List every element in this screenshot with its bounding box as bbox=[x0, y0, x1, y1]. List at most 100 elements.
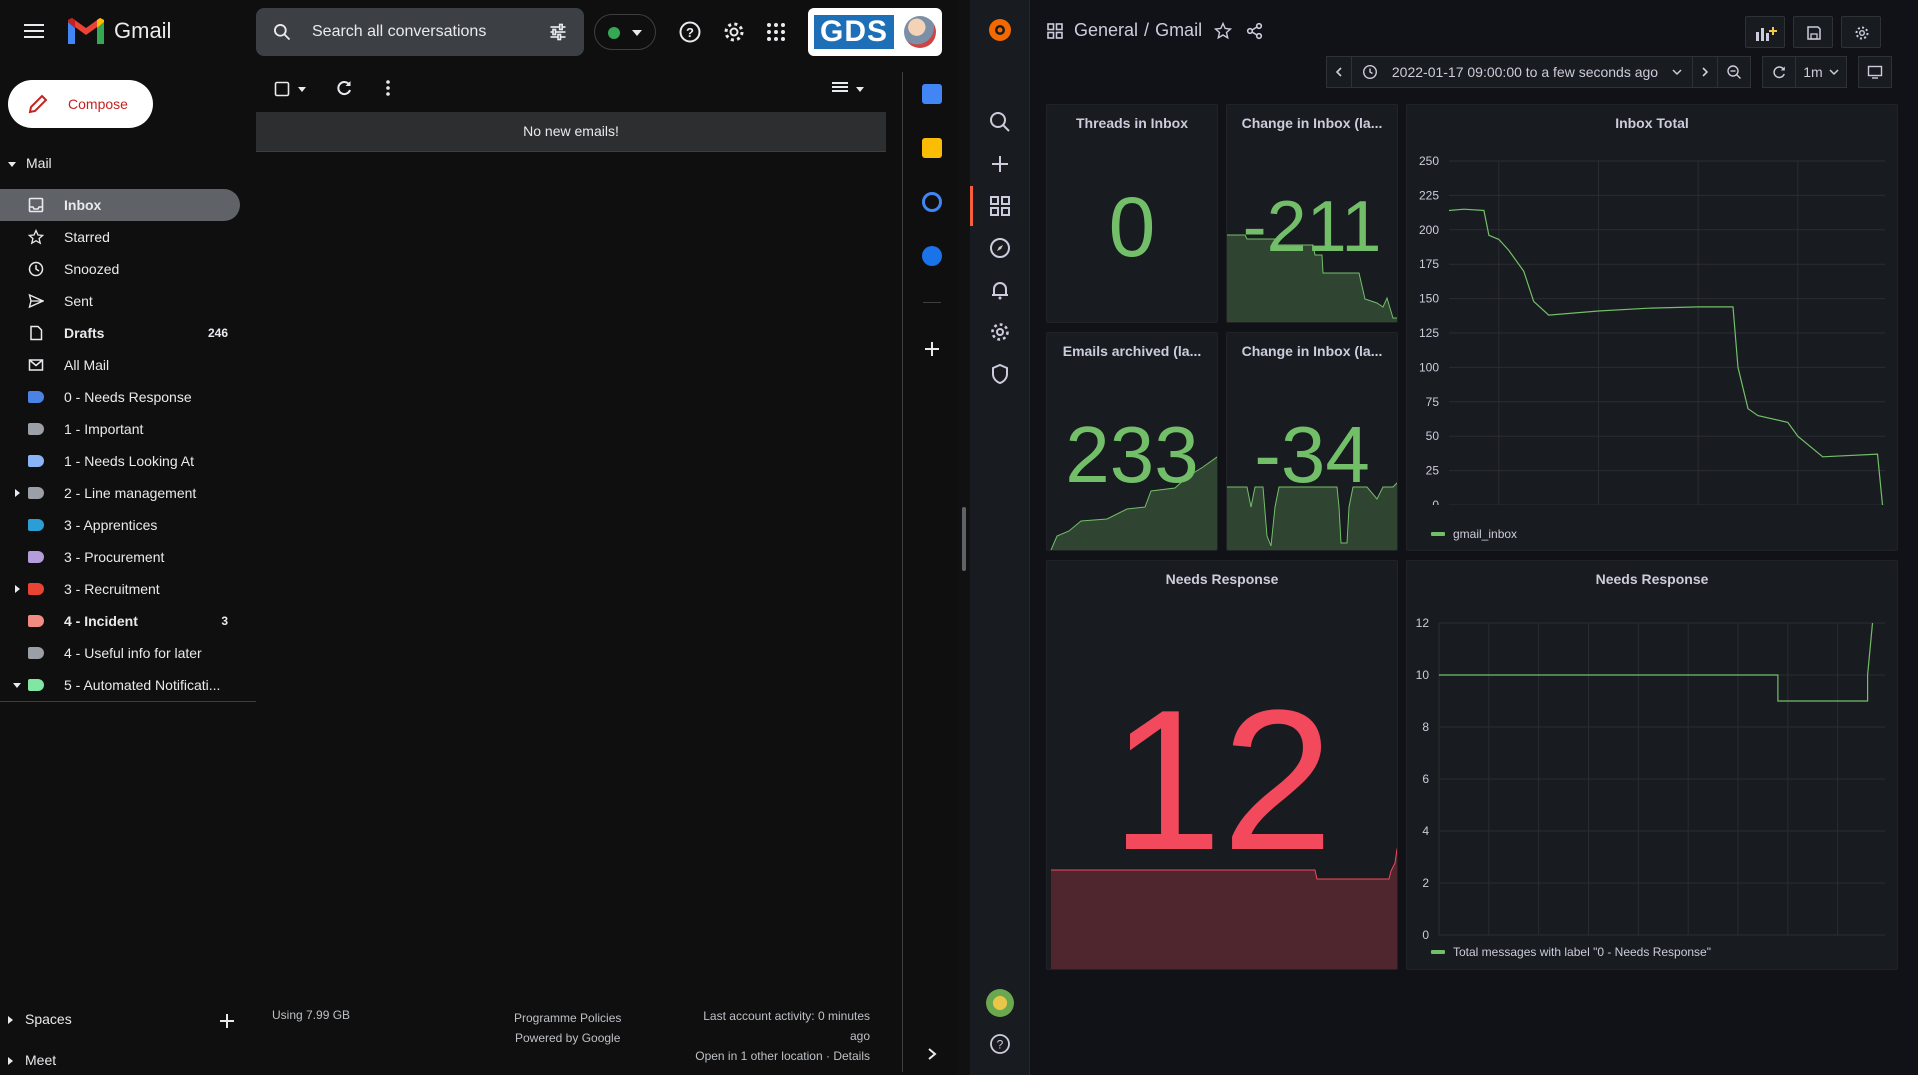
time-back-button[interactable] bbox=[1326, 56, 1352, 88]
status-selector[interactable] bbox=[594, 14, 656, 50]
grafana-sidebar: ? bbox=[970, 0, 1030, 1075]
spaces-section[interactable]: Spaces bbox=[8, 1011, 72, 1027]
avatar[interactable] bbox=[904, 16, 936, 48]
needs-response-graph-panel[interactable]: Needs Response 02468101209:0010:0011:001… bbox=[1406, 560, 1898, 970]
zoom-out-button[interactable] bbox=[1717, 56, 1751, 88]
keep-icon[interactable] bbox=[922, 138, 942, 158]
meet-section[interactable]: Meet bbox=[8, 1052, 56, 1068]
chevron-down-icon[interactable] bbox=[856, 87, 864, 92]
save-dashboard-button[interactable] bbox=[1793, 16, 1833, 48]
activity-text: Last account activity: 0 minutes bbox=[703, 1009, 870, 1023]
clock-icon bbox=[28, 261, 44, 277]
y-tick-label: 200 bbox=[1419, 223, 1439, 237]
search-icon[interactable] bbox=[272, 22, 292, 42]
sidebar-item-inbox[interactable]: Inbox bbox=[0, 189, 240, 221]
breadcrumb-dashboard[interactable]: Gmail bbox=[1155, 20, 1202, 41]
explore-compass-icon[interactable] bbox=[988, 236, 1012, 260]
server-admin-shield-icon[interactable] bbox=[988, 362, 1012, 386]
threads-in-inbox-panel[interactable]: Threads in Inbox 0 bbox=[1046, 104, 1218, 323]
emails-archived-panel[interactable]: Emails archived (la... 233 bbox=[1046, 332, 1218, 551]
sidebar-item-3-recruitment[interactable]: 3 - Recruitment bbox=[0, 573, 256, 605]
inbox-total-panel[interactable]: Inbox Total 0 25 50 75 100 125 150 175 200 225 250… bbox=[1406, 104, 1898, 551]
density-toggle-icon[interactable] bbox=[830, 80, 850, 96]
sidebar-item-sent[interactable]: Sent bbox=[0, 285, 256, 317]
add-space-icon[interactable] bbox=[218, 1012, 236, 1030]
contacts-icon[interactable] bbox=[922, 246, 942, 266]
change-in-inbox-panel-2[interactable]: Change in Inbox (la... -34 bbox=[1226, 332, 1398, 551]
breadcrumb-folder[interactable]: General bbox=[1074, 20, 1138, 41]
search-icon[interactable] bbox=[988, 110, 1012, 134]
help-icon[interactable]: ? bbox=[678, 20, 702, 44]
chart-legend[interactable]: gmail_inbox bbox=[1431, 527, 1517, 541]
gmail-logo[interactable]: Gmail bbox=[66, 16, 171, 46]
sidebar-item-4-incident[interactable]: 4 - Incident 3 bbox=[0, 605, 256, 637]
label-tag-icon bbox=[28, 583, 44, 595]
main-menu-button[interactable] bbox=[22, 20, 46, 44]
split-drag-handle[interactable] bbox=[962, 507, 966, 571]
expand-arrow-icon[interactable] bbox=[13, 683, 21, 688]
search-options-icon[interactable] bbox=[548, 22, 568, 42]
select-all-checkbox[interactable] bbox=[274, 81, 290, 97]
refresh-interval-picker[interactable]: 1m bbox=[1795, 56, 1847, 88]
account-switcher[interactable]: GDS bbox=[808, 8, 942, 56]
sidebar-item-drafts[interactable]: Drafts 246 bbox=[0, 317, 256, 349]
select-options-chevron-icon[interactable] bbox=[298, 87, 306, 92]
mail-section-header[interactable]: Mail bbox=[8, 155, 52, 171]
star-icon[interactable] bbox=[1214, 21, 1233, 40]
sidebar-item-2-line-management[interactable]: 2 - Line management bbox=[0, 477, 256, 509]
sidebar-item-starred[interactable]: Starred bbox=[0, 221, 256, 253]
tasks-icon[interactable] bbox=[922, 192, 942, 212]
add-panel-button[interactable] bbox=[1745, 16, 1785, 48]
dashboard-settings-button[interactable] bbox=[1841, 16, 1881, 48]
calendar-icon[interactable] bbox=[922, 84, 942, 104]
change-in-inbox-panel[interactable]: Change in Inbox (la... -211 bbox=[1226, 104, 1398, 323]
needs-response-stat-panel[interactable]: Needs Response 12 bbox=[1046, 560, 1398, 970]
sidebar-item-1-needs-looking-at[interactable]: 1 - Needs Looking At bbox=[0, 445, 256, 477]
programme-policies-link[interactable]: Programme Policies bbox=[514, 1008, 621, 1028]
y-tick-label: 0 bbox=[1422, 928, 1429, 941]
search-input[interactable] bbox=[312, 22, 532, 42]
apps-grid-icon[interactable] bbox=[764, 20, 788, 44]
tv-mode-button[interactable] bbox=[1858, 56, 1892, 88]
compose-button[interactable]: Compose bbox=[8, 80, 153, 128]
chart-legend[interactable]: Total messages with label "0 - Needs Res… bbox=[1431, 945, 1711, 959]
no-new-emails-banner: No new emails! bbox=[256, 112, 886, 151]
sidebar-item-label: 1 - Important bbox=[64, 421, 144, 437]
help-icon[interactable]: ? bbox=[988, 1032, 1012, 1056]
refresh-button[interactable] bbox=[1762, 56, 1796, 88]
storage-usage[interactable]: Using 7.99 GB bbox=[272, 1008, 350, 1022]
sidebar-item-1-important[interactable]: 1 - Important bbox=[0, 413, 256, 445]
sidebar-item-3-apprentices[interactable]: 3 - Apprentices bbox=[0, 509, 256, 541]
chevron-right-icon[interactable] bbox=[925, 1046, 939, 1062]
sidebar-item-4-useful-info-for-later[interactable]: 4 - Useful info for later bbox=[0, 637, 256, 669]
more-options-icon[interactable] bbox=[378, 78, 398, 98]
refresh-icon[interactable] bbox=[334, 78, 354, 98]
label-tag-icon bbox=[28, 487, 44, 499]
configuration-gear-icon[interactable] bbox=[988, 320, 1012, 344]
sidebar-item-5-automated-notificati[interactable]: 5 - Automated Notificati... bbox=[0, 669, 256, 701]
dashboards-icon[interactable] bbox=[988, 194, 1012, 218]
add-addon-icon[interactable] bbox=[923, 340, 941, 358]
sidebar-item-0-needs-response[interactable]: 0 - Needs Response bbox=[0, 381, 256, 413]
stat-value: 12 bbox=[1110, 669, 1334, 892]
settings-gear-icon[interactable] bbox=[722, 20, 746, 44]
expand-arrow-icon[interactable] bbox=[15, 489, 20, 497]
sidebar-item-3-procurement[interactable]: 3 - Procurement bbox=[0, 541, 256, 573]
time-range-picker[interactable]: 2022-01-17 09:00:00 to a few seconds ago bbox=[1351, 56, 1693, 88]
sidebar-item-all-mail[interactable]: All Mail bbox=[0, 349, 256, 381]
grafana-logo-icon[interactable] bbox=[986, 16, 1014, 44]
expand-arrow-icon[interactable] bbox=[15, 585, 20, 593]
activity-details-link[interactable]: Open in 1 other location · Details bbox=[660, 1046, 870, 1066]
share-icon[interactable] bbox=[1246, 22, 1264, 40]
user-avatar[interactable] bbox=[986, 989, 1014, 1017]
sidebar-item-label: 3 - Apprentices bbox=[64, 517, 158, 533]
y-tick-label: 175 bbox=[1419, 257, 1439, 271]
y-tick-label: 4 bbox=[1422, 824, 1429, 838]
search-bar[interactable] bbox=[256, 8, 584, 56]
time-forward-button[interactable] bbox=[1692, 56, 1718, 88]
sidebar-item-snoozed[interactable]: Snoozed bbox=[0, 253, 256, 285]
alerting-bell-icon[interactable] bbox=[988, 278, 1012, 302]
plus-icon[interactable] bbox=[988, 152, 1012, 176]
series-line bbox=[1439, 622, 1874, 702]
